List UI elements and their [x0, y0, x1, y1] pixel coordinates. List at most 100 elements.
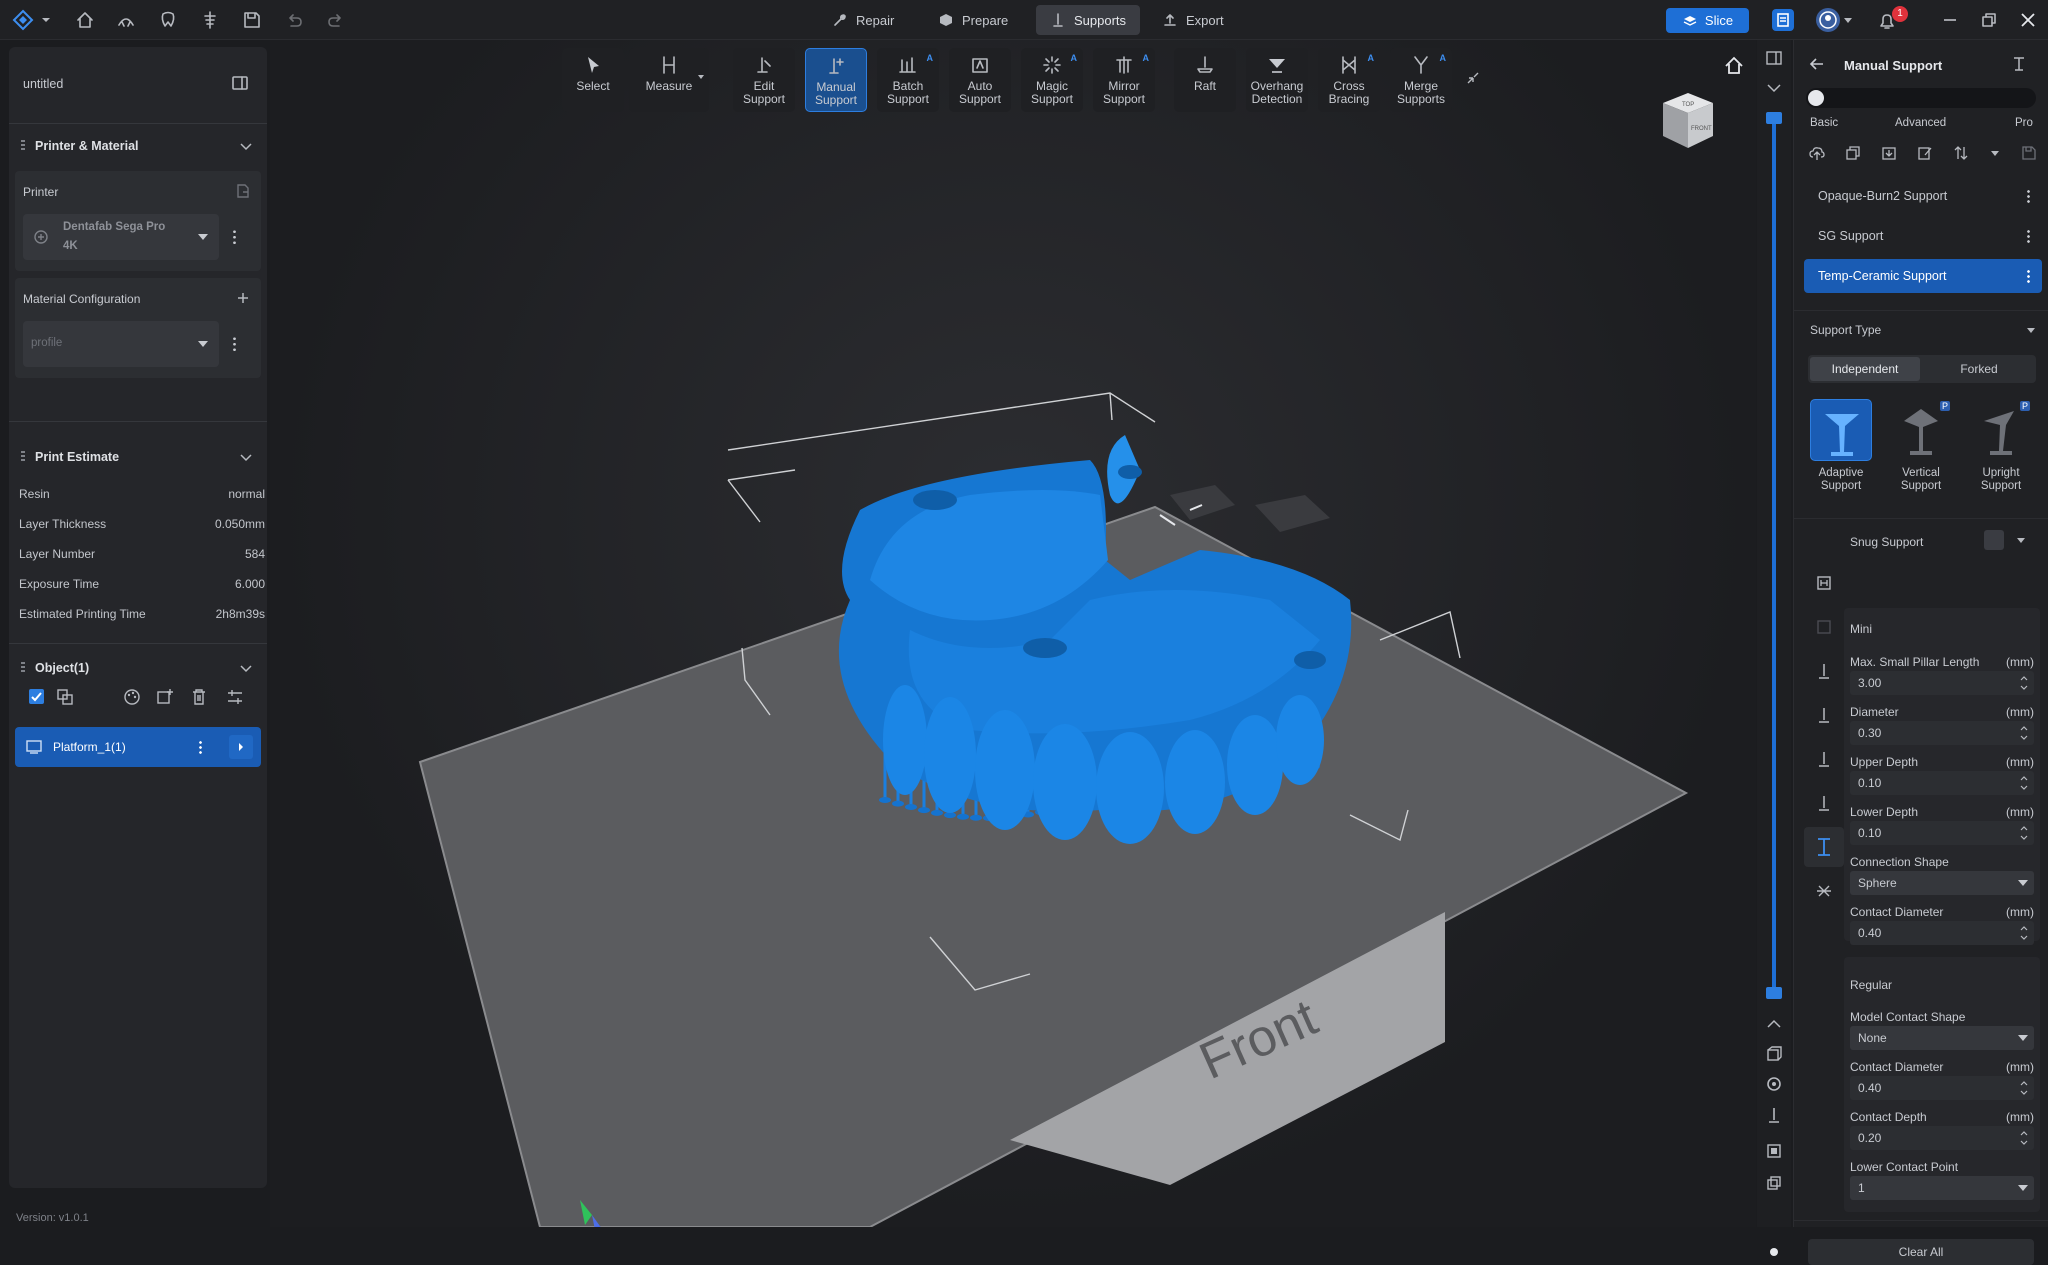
scene-canvas[interactable]: Front	[270, 40, 1756, 1227]
layer-slider-top-handle[interactable]	[1766, 112, 1782, 124]
copy-icon[interactable]	[1844, 144, 1862, 162]
support-kind-vertical[interactable]: P	[1890, 399, 1952, 461]
side-tool-4-icon[interactable]	[1814, 705, 1834, 725]
snug-support-toggle[interactable]	[1984, 530, 2004, 550]
lower-depth-input[interactable]: 0.10	[1850, 821, 2034, 845]
view-cube[interactable]: TOP FRONT	[1658, 88, 1718, 153]
print-estimate-header[interactable]: Print Estimate	[9, 437, 267, 477]
tool-magic-support[interactable]: A Magic Support	[1021, 48, 1083, 112]
frame-icon[interactable]	[1765, 1142, 1783, 1160]
tool-manual-support[interactable]: Manual Support	[805, 48, 867, 112]
contact-depth-input[interactable]: 0.20	[1850, 1126, 2034, 1150]
object-more-icon[interactable]	[199, 740, 202, 754]
expand-object-button[interactable]	[229, 735, 253, 759]
chevron-down-icon[interactable]	[1766, 82, 1782, 94]
drag-handle-icon[interactable]	[21, 140, 25, 152]
arrange-icon[interactable]	[226, 688, 244, 706]
tab-repair[interactable]: Repair	[818, 5, 908, 35]
dot-icon[interactable]	[1768, 1246, 1780, 1258]
avatar-chevron-icon[interactable]	[1843, 17, 1853, 25]
3d-viewport[interactable]: Front TOP FRONT	[270, 40, 1756, 1227]
user-avatar[interactable]	[1816, 8, 1840, 32]
support-kind-upright[interactable]: P	[1970, 399, 2032, 461]
printer-more-icon[interactable]	[233, 229, 236, 245]
chevron-down-icon[interactable]	[2016, 537, 2026, 545]
printer-select[interactable]: Dentafab Sega Pro 4K	[23, 214, 219, 260]
connection-shape-select[interactable]: Sphere	[1850, 871, 2034, 895]
select-all-checkbox[interactable]	[29, 689, 44, 704]
side-tool-6-icon[interactable]	[1814, 793, 1834, 813]
upper-depth-input[interactable]: 0.10	[1850, 771, 2034, 795]
tool-overhang-detection[interactable]: Overhang Detection	[1246, 48, 1308, 112]
drag-handle-icon[interactable]	[21, 451, 25, 463]
palette-icon[interactable]	[123, 688, 141, 706]
home-view-icon[interactable]	[1723, 55, 1745, 77]
app-logo-icon[interactable]	[12, 9, 34, 31]
lower-contact-point-select[interactable]: 1	[1850, 1176, 2034, 1200]
chevron-down-icon[interactable]	[40, 9, 52, 31]
side-tool-2-icon[interactable]	[1814, 617, 1834, 637]
clear-all-button[interactable]: Clear All	[1808, 1239, 2034, 1265]
chevron-up-icon[interactable]	[239, 141, 253, 151]
perspective-icon[interactable]	[1765, 1045, 1783, 1063]
tool-select[interactable]: Select	[562, 48, 624, 112]
save-profile-icon[interactable]	[2020, 144, 2038, 162]
printer-settings-icon[interactable]	[235, 183, 251, 199]
stepper-icon[interactable]	[2020, 824, 2028, 842]
max-pillar-length-input[interactable]: 3.00	[1850, 671, 2034, 695]
clone-icon[interactable]	[1765, 1174, 1783, 1192]
toggle-forked[interactable]: Forked	[1924, 357, 2034, 381]
tool-auto-support[interactable]: Auto Support	[949, 48, 1011, 112]
stepper-icon[interactable]	[2020, 724, 2028, 742]
redo-icon[interactable]	[325, 9, 347, 31]
mode-slider-handle[interactable]	[1808, 90, 1824, 106]
tab-export[interactable]: Export	[1148, 5, 1238, 35]
tool-measure[interactable]: Measure	[629, 48, 709, 112]
sidebar-toggle-icon[interactable]	[231, 74, 249, 92]
back-arrow-icon[interactable]	[1808, 55, 1826, 73]
printer-material-header[interactable]: Printer & Material	[9, 126, 267, 166]
objects-header[interactable]: Object(1)	[9, 648, 267, 688]
document-icon[interactable]	[1772, 9, 1794, 31]
tool-raft[interactable]: Raft	[1174, 48, 1236, 112]
dental-icon[interactable]	[115, 9, 137, 31]
tool-merge-supports[interactable]: A Merge Supports	[1390, 48, 1452, 112]
profile-item-opaque-burn2[interactable]: Opaque-Burn2 Support	[1804, 179, 2042, 213]
tool-batch-support[interactable]: A Batch Support	[877, 48, 939, 112]
home-icon[interactable]	[74, 9, 96, 31]
tool-mirror-support[interactable]: A Mirror Support	[1093, 48, 1155, 112]
support-kind-adaptive[interactable]	[1810, 399, 1872, 461]
trash-icon[interactable]	[190, 688, 208, 706]
material-select[interactable]: profile	[23, 321, 219, 367]
material-more-icon[interactable]	[233, 336, 236, 352]
profile-item-sg[interactable]: SG Support	[1804, 219, 2042, 253]
drag-handle-icon[interactable]	[21, 662, 25, 674]
regular-contact-diameter-input[interactable]: 0.40	[1850, 1076, 2034, 1100]
side-tool-3-icon[interactable]	[1814, 661, 1834, 681]
mode-slider[interactable]	[1806, 88, 2036, 108]
collapse-toolbar-icon[interactable]	[1465, 70, 1481, 86]
chevron-down-icon[interactable]	[697, 74, 705, 80]
add-object-icon[interactable]	[156, 688, 174, 706]
restore-icon[interactable]	[1979, 10, 1999, 30]
save-icon[interactable]	[241, 9, 263, 31]
side-tool-8-icon[interactable]	[1814, 881, 1834, 901]
panel-toggle-icon[interactable]	[1765, 49, 1783, 67]
tool-edit-support[interactable]: Edit Support	[733, 48, 795, 112]
tab-supports[interactable]: Supports	[1036, 5, 1141, 35]
group-icon[interactable]	[56, 688, 74, 706]
slice-button[interactable]: Slice	[1666, 8, 1749, 33]
toggle-independent[interactable]: Independent	[1810, 357, 1920, 381]
model-contact-shape-select[interactable]: None	[1850, 1026, 2034, 1050]
stepper-icon[interactable]	[2020, 674, 2028, 692]
side-tool-7-active[interactable]	[1804, 827, 1844, 867]
chevron-up-icon[interactable]	[1766, 1018, 1782, 1030]
profile-more-icon[interactable]	[2027, 189, 2030, 203]
implant-icon[interactable]	[199, 9, 221, 31]
mode-basic[interactable]: Basic	[1810, 117, 1838, 129]
import-icon[interactable]	[1880, 144, 1898, 162]
sort-icon[interactable]	[1952, 144, 1970, 162]
layer-slider-bottom-handle[interactable]	[1766, 987, 1782, 999]
chevron-down-icon[interactable]	[1990, 150, 2000, 158]
stepper-icon[interactable]	[2020, 1079, 2028, 1097]
